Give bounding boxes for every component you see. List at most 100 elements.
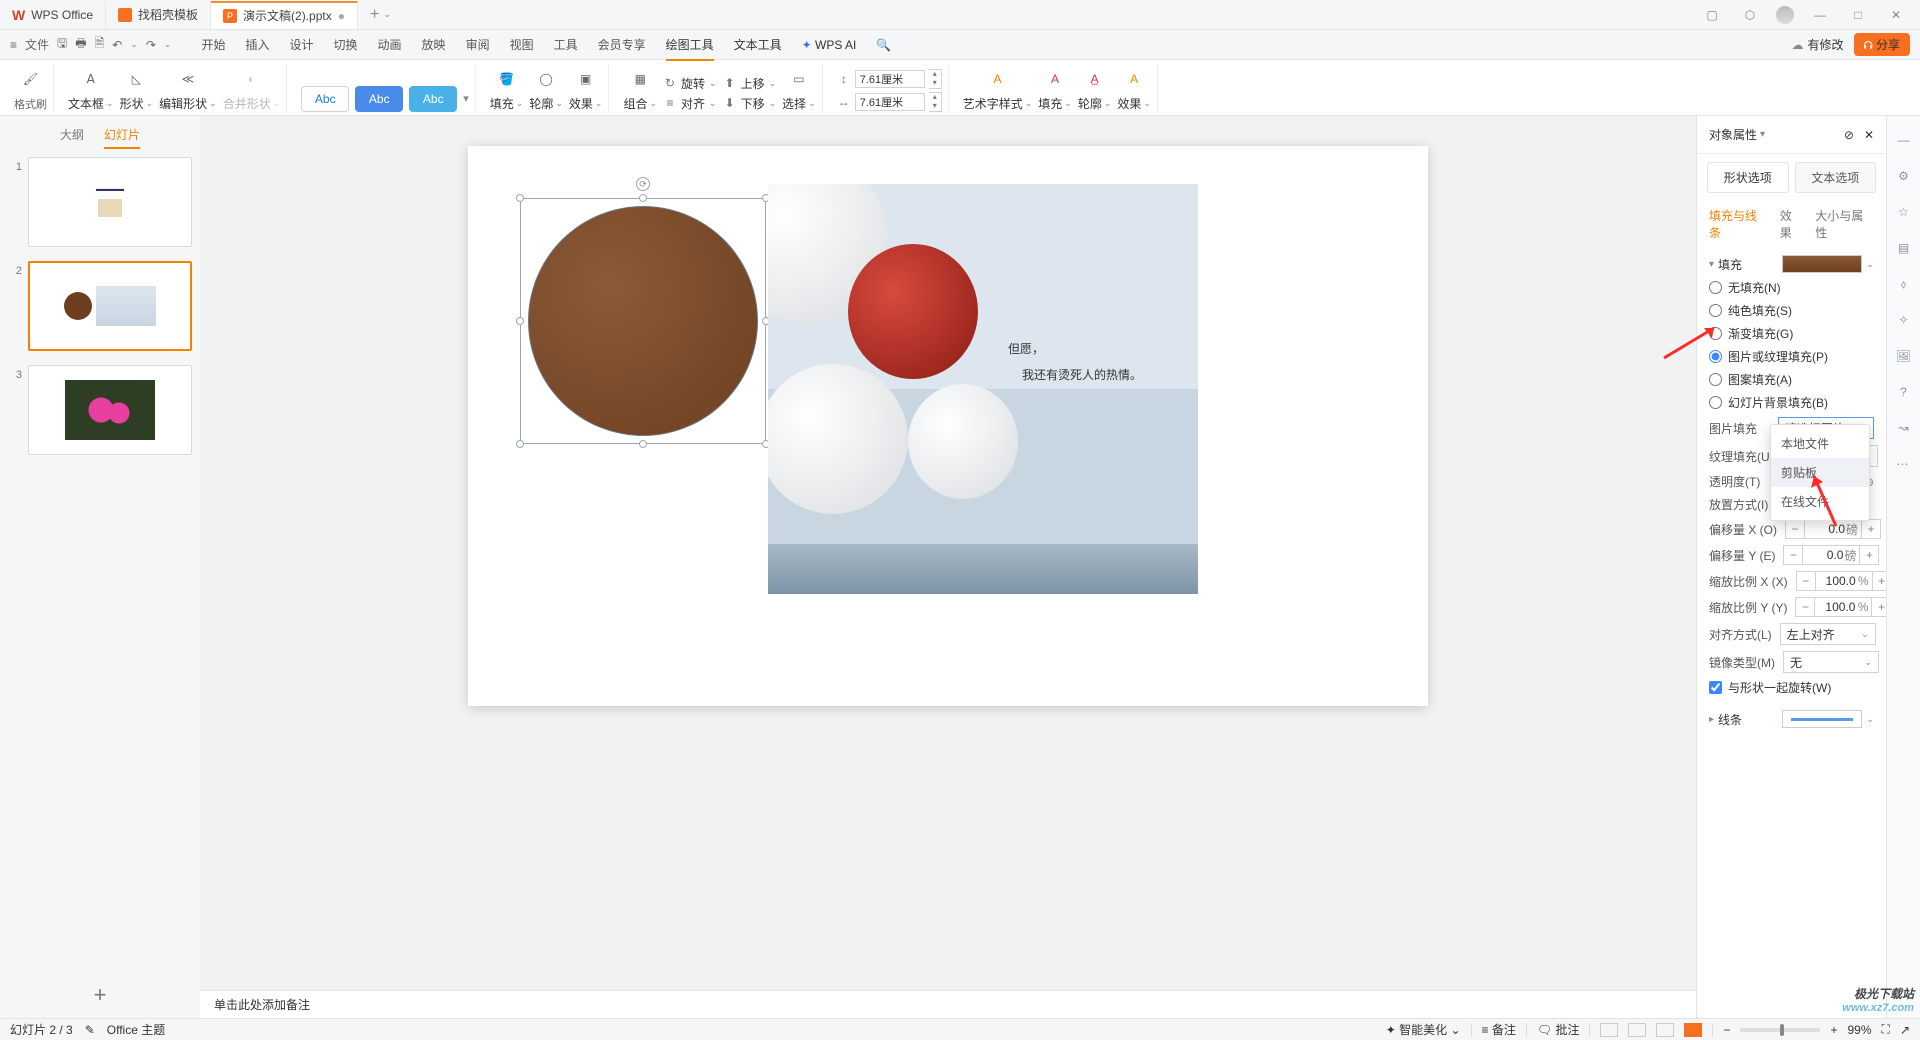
view-reading-icon[interactable]: [1656, 1023, 1674, 1037]
radio-gradient-fill[interactable]: 渐变填充(G): [1709, 325, 1874, 342]
status-lang-icon[interactable]: ✎: [85, 1023, 95, 1037]
window-maximize-icon[interactable]: □: [1846, 3, 1870, 27]
menu-wps-ai[interactable]: ✦ WPS AI: [802, 38, 857, 52]
ribbon-group[interactable]: ▦组合⌄: [623, 68, 657, 112]
menu-transition[interactable]: 切换: [334, 36, 358, 53]
qa-file[interactable]: 文件: [25, 36, 49, 53]
layout-icon[interactable]: ▢: [1700, 3, 1724, 27]
ribbon-align[interactable]: ≡对齐⌄: [663, 95, 717, 112]
offset-y-value[interactable]: 0.0磅: [1803, 545, 1859, 565]
view-sorter-icon[interactable]: [1628, 1023, 1646, 1037]
radio-slidebg-fill[interactable]: 幻灯片背景填充(B): [1709, 394, 1874, 411]
radio-pattern-fill[interactable]: 图案填充(A): [1709, 371, 1874, 388]
status-comments[interactable]: 🗨 批注: [1537, 1021, 1580, 1038]
offset-x-value[interactable]: 0.0磅: [1805, 519, 1861, 539]
panel-tab-shape[interactable]: 形状选项: [1707, 162, 1789, 193]
subtab-effect[interactable]: 效果: [1780, 207, 1804, 241]
search-icon[interactable]: 🔍: [876, 38, 891, 52]
circle-shape[interactable]: [528, 206, 758, 436]
collapse-icon[interactable]: —: [1894, 130, 1914, 150]
thumb-row-2[interactable]: 2: [8, 261, 192, 351]
tab-close-icon[interactable]: ●: [338, 9, 345, 23]
popup-online-file[interactable]: 在线文件: [1771, 487, 1869, 516]
resize-handle-s[interactable]: [639, 440, 647, 448]
ribbon-outline2[interactable]: A̲轮廓⌄: [1078, 68, 1112, 112]
redo-icon[interactable]: ↷: [146, 38, 156, 52]
dec-icon[interactable]: −: [1796, 571, 1816, 591]
style-preset-3[interactable]: Abc: [409, 86, 457, 112]
ribbon-width[interactable]: ↔7.61厘米▴▾: [837, 92, 942, 112]
popup-clipboard[interactable]: 剪贴板: [1771, 458, 1869, 487]
view-slideshow-icon[interactable]: [1684, 1023, 1702, 1037]
pin-icon[interactable]: ⊘: [1844, 128, 1854, 142]
ribbon-rotate[interactable]: ↻旋转⌄: [663, 75, 717, 92]
add-slide-button[interactable]: +: [0, 972, 200, 1018]
thumb-row-1[interactable]: 1 ▬▬▬▬: [8, 157, 192, 247]
resize-handle-sw[interactable]: [516, 440, 524, 448]
inc-icon[interactable]: +: [1861, 519, 1881, 539]
select-align[interactable]: 左上对齐⌄: [1780, 623, 1876, 645]
menu-animation[interactable]: 动画: [378, 36, 402, 53]
ribbon-move-down[interactable]: ⬇下移⌄: [723, 95, 777, 112]
menu-design[interactable]: 设计: [290, 36, 314, 53]
print-icon[interactable]: 🖶: [75, 34, 86, 55]
ribbon-effect2[interactable]: A效果⌄: [1117, 68, 1151, 112]
ribbon-effect[interactable]: ▣效果⌄: [569, 68, 603, 112]
notes-bar[interactable]: 单击此处添加备注: [200, 990, 1696, 1018]
menu-member[interactable]: 会员专享: [598, 36, 646, 53]
style-preset-1[interactable]: Abc: [301, 86, 349, 112]
zoom-slider[interactable]: [1740, 1028, 1820, 1032]
step-down-icon[interactable]: ▾: [929, 79, 941, 88]
status-notes[interactable]: ≡ 备注: [1482, 1021, 1516, 1038]
ribbon-fill2[interactable]: A填充⌄: [1038, 68, 1072, 112]
window-minimize-icon[interactable]: —: [1808, 3, 1832, 27]
rail-sparkle-icon[interactable]: ✧: [1894, 310, 1914, 330]
slide[interactable]: ⟳ − ≣ ✎ ✦ + ⋯: [468, 146, 1428, 706]
radio-solid-fill[interactable]: 纯色填充(S): [1709, 302, 1874, 319]
status-smart-beautify[interactable]: ✦ 智能美化 ⌄: [1386, 1021, 1461, 1038]
style-preset-2[interactable]: Abc: [355, 86, 403, 112]
menu-tools[interactable]: 工具: [554, 36, 578, 53]
tab-current-file[interactable]: P 演示文稿(2).pptx ●: [211, 1, 358, 29]
qa-menu-icon[interactable]: ≡: [10, 38, 17, 52]
subtab-size[interactable]: 大小与属性: [1815, 207, 1874, 241]
zoom-in-icon[interactable]: +: [1830, 1023, 1837, 1037]
fit-icon[interactable]: ⛶: [1882, 1022, 1890, 1037]
zoom-out-icon[interactable]: −: [1723, 1023, 1730, 1037]
rail-help-icon[interactable]: ?: [1894, 382, 1914, 402]
rail-settings-icon[interactable]: ⚙: [1894, 166, 1914, 186]
photo-image[interactable]: [768, 184, 1198, 594]
tab-templates[interactable]: 找稻壳模板: [106, 1, 211, 29]
panel-tab-text[interactable]: 文本选项: [1795, 162, 1877, 193]
subtab-fill-outline[interactable]: 填充与线条: [1709, 207, 1768, 241]
menu-view[interactable]: 视图: [510, 36, 534, 53]
rail-layers-icon[interactable]: ▤: [1894, 238, 1914, 258]
line-swatch[interactable]: [1782, 710, 1862, 728]
chevron-down-icon[interactable]: ⌄: [164, 39, 172, 50]
chevron-down-icon[interactable]: ⌄: [130, 39, 138, 50]
ribbon-textbox[interactable]: 𝖠文本框⌄: [68, 68, 114, 112]
menu-slideshow[interactable]: 放映: [422, 36, 446, 53]
dec-icon[interactable]: −: [1795, 597, 1815, 617]
ribbon-fill[interactable]: 🪣填充⌄: [490, 68, 524, 112]
view-normal-icon[interactable]: [1600, 1023, 1618, 1037]
tab-outline[interactable]: 大纲: [60, 126, 84, 149]
popup-local-file[interactable]: 本地文件: [1771, 429, 1869, 458]
menu-review[interactable]: 审阅: [466, 36, 490, 53]
ribbon-shape[interactable]: ◺形状⌄: [120, 68, 154, 112]
rotate-handle[interactable]: ⟳: [636, 177, 650, 191]
ribbon-select[interactable]: ▭选择⌄: [782, 68, 816, 112]
resize-handle-n[interactable]: [639, 194, 647, 202]
style-more-icon[interactable]: ▾: [463, 92, 469, 105]
resize-handle-w[interactable]: [516, 317, 524, 325]
expand-icon[interactable]: ↗: [1900, 1023, 1910, 1037]
tab-slides[interactable]: 幻灯片: [104, 126, 140, 149]
thumb-slide-2[interactable]: [28, 261, 192, 351]
window-close-icon[interactable]: ✕: [1884, 3, 1908, 27]
preview-icon[interactable]: 🗎: [95, 34, 105, 55]
share-button[interactable]: ⮉ 分享: [1854, 33, 1910, 56]
step-down-icon[interactable]: ▾: [929, 102, 941, 111]
tab-add[interactable]: + ⌄: [358, 1, 403, 29]
ribbon-edit-shape[interactable]: ≪编辑形状⌄: [159, 68, 217, 112]
radio-no-fill[interactable]: 无填充(N): [1709, 279, 1874, 296]
